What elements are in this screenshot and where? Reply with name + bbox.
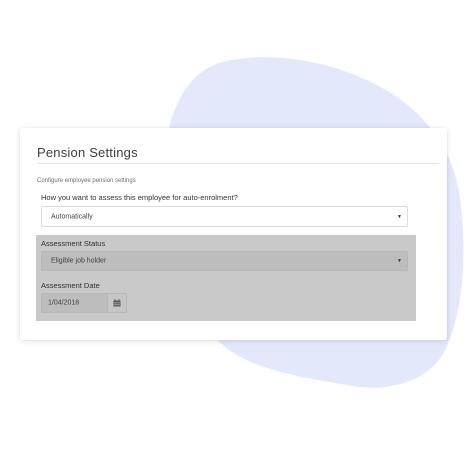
assessment-status-label: Assessment Status xyxy=(41,239,106,248)
caret-down-icon: ▼ xyxy=(397,258,402,264)
calendar-button[interactable] xyxy=(107,293,127,313)
assessment-date-label: Assessment Date xyxy=(41,281,100,290)
page-canvas: Pension Settings Configure employee pens… xyxy=(0,0,468,468)
assessment-status-select[interactable]: Eligible job holder ▼ xyxy=(41,251,408,271)
caret-down-icon: ▼ xyxy=(397,213,402,220)
assessment-method-label: How you want to assess this employee for… xyxy=(41,193,238,202)
assessment-details-section: Assessment Status Eligible job holder ▼ … xyxy=(36,235,416,321)
title-divider xyxy=(37,163,439,164)
assessment-method-value: Automatically xyxy=(51,213,93,220)
card-title: Pension Settings xyxy=(37,145,138,160)
assessment-date-input[interactable]: 1/04/2018 xyxy=(41,293,107,313)
assessment-status-value: Eligible job holder xyxy=(51,257,107,265)
calendar-icon xyxy=(113,299,121,307)
assessment-method-select[interactable]: Automatically ▼ xyxy=(41,206,408,227)
assessment-date-value: 1/04/2018 xyxy=(48,299,80,307)
pension-settings-card: Pension Settings Configure employee pens… xyxy=(20,128,447,340)
card-description: Configure employee pension settings xyxy=(37,178,136,184)
